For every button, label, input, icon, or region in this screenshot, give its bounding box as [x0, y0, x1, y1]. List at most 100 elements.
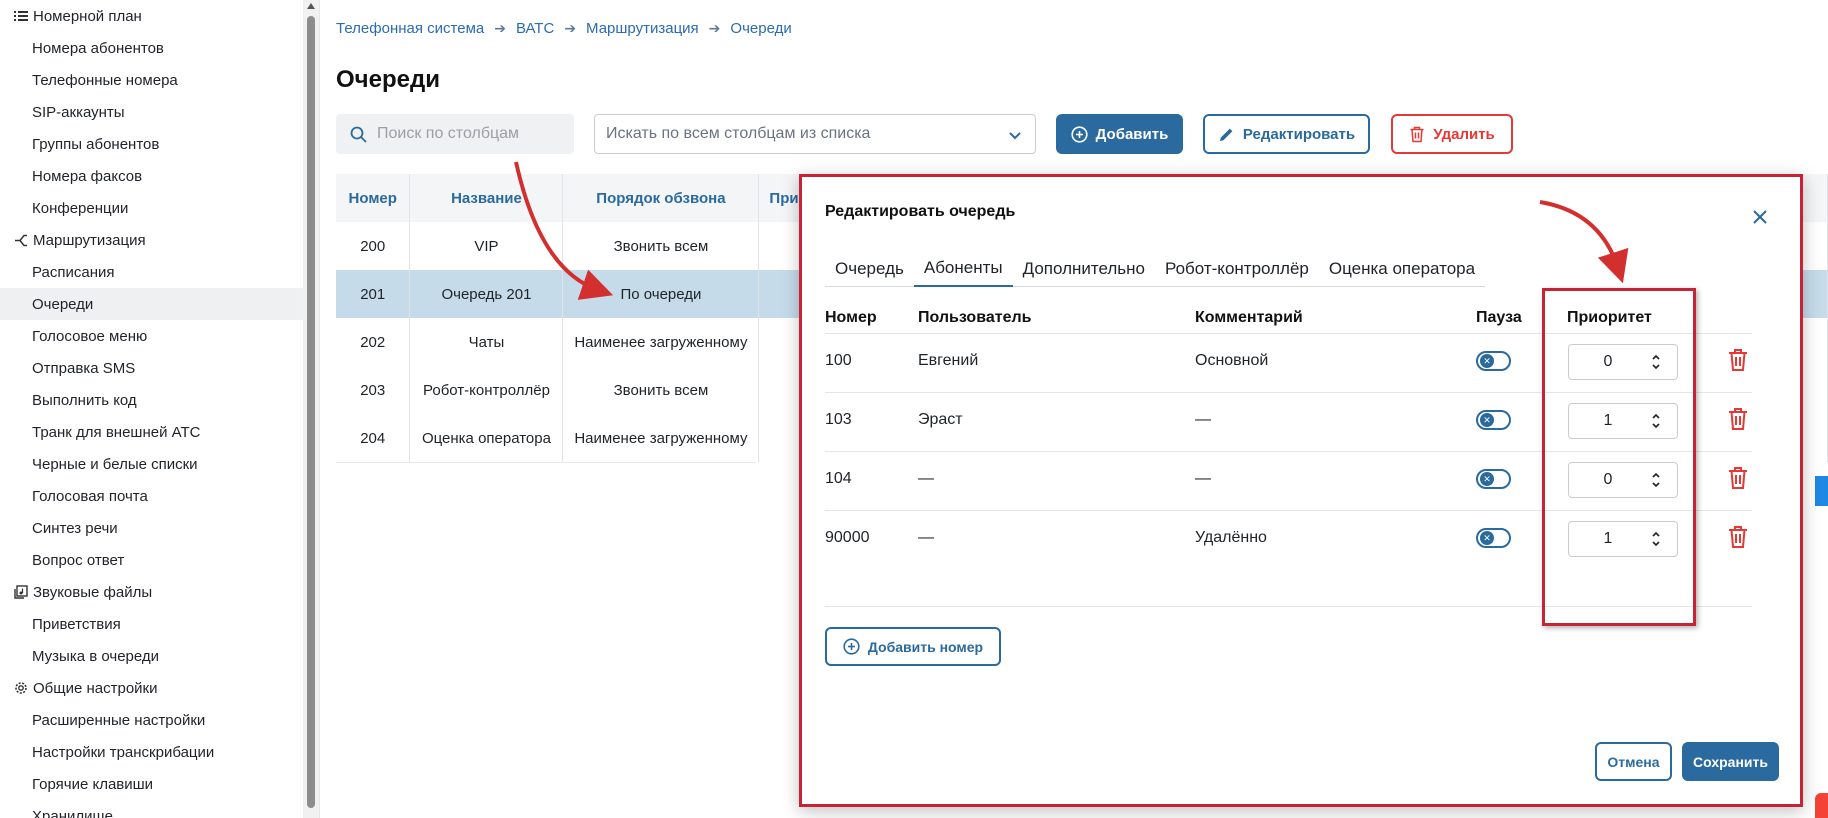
column-select[interactable]: Искать по всем столбцам из списка [594, 114, 1036, 154]
modal-title: Редактировать очередь [825, 203, 1016, 220]
routing-icon [12, 231, 30, 249]
stepper-arrows-icon[interactable] [1651, 471, 1661, 489]
sidebar-item[interactable]: Приветствия [0, 608, 303, 640]
priority-stepper[interactable]: 0 [1568, 344, 1678, 380]
arrow-right-icon: ➔ [708, 20, 721, 36]
modal-tab[interactable]: Оценка оператора [1319, 251, 1485, 286]
priority-stepper[interactable]: 1 [1568, 403, 1678, 439]
stepper-arrows-icon[interactable] [1651, 530, 1661, 548]
scrollbar-thumb[interactable] [307, 16, 315, 808]
priority-value[interactable]: 1 [1569, 522, 1647, 556]
priority-value[interactable]: 0 [1569, 463, 1647, 497]
cell-name: Очередь 201 [409, 270, 564, 318]
sidebar-item[interactable]: Хранилище [0, 800, 303, 818]
edit-queue-modal: Редактировать очередь Очередь Абоненты Доп… [799, 174, 1803, 807]
row-number: 104 [825, 470, 852, 487]
breadcrumb-item[interactable]: Очереди [730, 20, 791, 37]
cell-number: 201 [336, 270, 411, 318]
cancel-button[interactable]: Отмена [1595, 742, 1672, 781]
header-number: Номер [825, 309, 877, 326]
stepper-arrows-icon[interactable] [1651, 353, 1661, 371]
priority-value[interactable]: 0 [1569, 345, 1647, 379]
scroll-up-arrow-icon[interactable] [307, 3, 315, 9]
sidebar: Номерной план Номера абонентов Телефонные … [0, 0, 303, 818]
cell-number: 203 [336, 366, 411, 414]
side-notification-tab[interactable] [1815, 793, 1828, 818]
pause-toggle[interactable]: ✕ [1476, 410, 1511, 430]
cell-name: Чаты [409, 318, 564, 366]
row-number: 103 [825, 411, 852, 428]
search-box[interactable] [336, 114, 574, 154]
sidebar-item[interactable]: Синтез речи [0, 512, 303, 544]
search-input[interactable] [377, 125, 557, 143]
breadcrumb-item[interactable]: ВАТС [516, 20, 554, 37]
sidebar-section-header[interactable]: Маршрутизация [0, 224, 303, 256]
cell-order: По очереди [562, 270, 760, 318]
pause-toggle[interactable]: ✕ [1476, 528, 1511, 548]
sidebar-item[interactable]: Черные и белые списки [0, 448, 303, 480]
header-pause: Пауза [1476, 309, 1522, 326]
save-button[interactable]: Сохранить [1682, 742, 1779, 781]
priority-stepper[interactable]: 0 [1568, 462, 1678, 498]
sidebar-item[interactable]: Горячие клавиши [0, 768, 303, 800]
column-header-order[interactable]: Порядок обзвона [562, 174, 760, 222]
sidebar-item[interactable]: Настройки транскрибации [0, 736, 303, 768]
header-user: Пользователь [918, 309, 1032, 326]
sidebar-item[interactable]: Транк для внешней АТС [0, 416, 303, 448]
side-panel-tab[interactable] [1815, 476, 1828, 506]
sidebar-section-header[interactable]: Звуковые файлы [0, 576, 303, 608]
arrow-right-icon: ➔ [494, 20, 506, 36]
stepper-arrows-icon[interactable] [1651, 412, 1661, 430]
sidebar-item[interactable]: Голосовая почта [0, 480, 303, 512]
sidebar-section-header[interactable]: Общие настройки [0, 672, 303, 704]
sidebar-item[interactable]: SIP-аккаунты [0, 96, 303, 128]
row-user: — [918, 529, 934, 546]
sidebar-item[interactable]: Отправка SMS [0, 352, 303, 384]
edit-button[interactable]: Редактировать [1203, 114, 1370, 154]
add-button-label: Добавить [1095, 125, 1169, 143]
add-number-button[interactable]: Добавить номер [825, 627, 1001, 666]
sidebar-item[interactable]: Телефонные номера [0, 64, 303, 96]
sidebar-section-header[interactable]: Номерной план [0, 0, 303, 32]
toggle-off-icon: ✕ [1480, 413, 1494, 427]
sidebar-item[interactable]: Номера факсов [0, 160, 303, 192]
add-button[interactable]: Добавить [1056, 114, 1183, 154]
sidebar-item[interactable]: Расписания [0, 256, 303, 288]
sidebar-item[interactable]: Конференции [0, 192, 303, 224]
breadcrumb-item[interactable]: Телефонная система [336, 20, 484, 37]
priority-stepper[interactable]: 1 [1568, 521, 1678, 557]
chevron-down-icon [1009, 132, 1021, 140]
breadcrumb-item[interactable]: Маршрутизация [586, 20, 699, 37]
modal-tab[interactable]: Дополнительно [1013, 251, 1155, 286]
delete-row-trash-icon[interactable] [1727, 348, 1749, 372]
column-header-number[interactable]: Номер [336, 174, 411, 222]
priority-value[interactable]: 1 [1569, 404, 1647, 438]
delete-row-trash-icon[interactable] [1727, 407, 1749, 431]
cell-name: Оценка оператора [409, 414, 564, 462]
list-item: 90000 — Удалённо ✕ 1 [825, 510, 1752, 569]
sidebar-item[interactable]: Очереди [0, 288, 303, 320]
pause-toggle[interactable]: ✕ [1476, 469, 1511, 489]
sidebar-item[interactable]: Выполнить код [0, 384, 303, 416]
audio-files-icon [12, 583, 30, 601]
delete-row-trash-icon[interactable] [1727, 525, 1749, 549]
modal-tab[interactable]: Робот-контроллёр [1155, 251, 1319, 286]
sidebar-scrollbar[interactable] [303, 0, 319, 818]
row-user: Евгений [918, 352, 979, 369]
sidebar-item[interactable]: Группы абонентов [0, 128, 303, 160]
modal-tab[interactable]: Абоненты [913, 251, 1013, 287]
sidebar-item[interactable]: Голосовое меню [0, 320, 303, 352]
cell-name: Робот-контроллёр [409, 366, 564, 414]
close-icon[interactable] [1750, 207, 1770, 227]
sidebar-item[interactable]: Номера абонентов [0, 32, 303, 64]
toggle-off-icon: ✕ [1480, 354, 1494, 368]
column-header-name[interactable]: Название [409, 174, 564, 222]
row-user: — [918, 470, 934, 487]
delete-button[interactable]: Удалить [1391, 114, 1513, 154]
delete-row-trash-icon[interactable] [1727, 466, 1749, 490]
sidebar-item[interactable]: Музыка в очереди [0, 640, 303, 672]
sidebar-item[interactable]: Расширенные настройки [0, 704, 303, 736]
modal-tab[interactable]: Очередь [825, 251, 914, 286]
sidebar-item[interactable]: Вопрос ответ [0, 544, 303, 576]
pause-toggle[interactable]: ✕ [1476, 351, 1511, 371]
